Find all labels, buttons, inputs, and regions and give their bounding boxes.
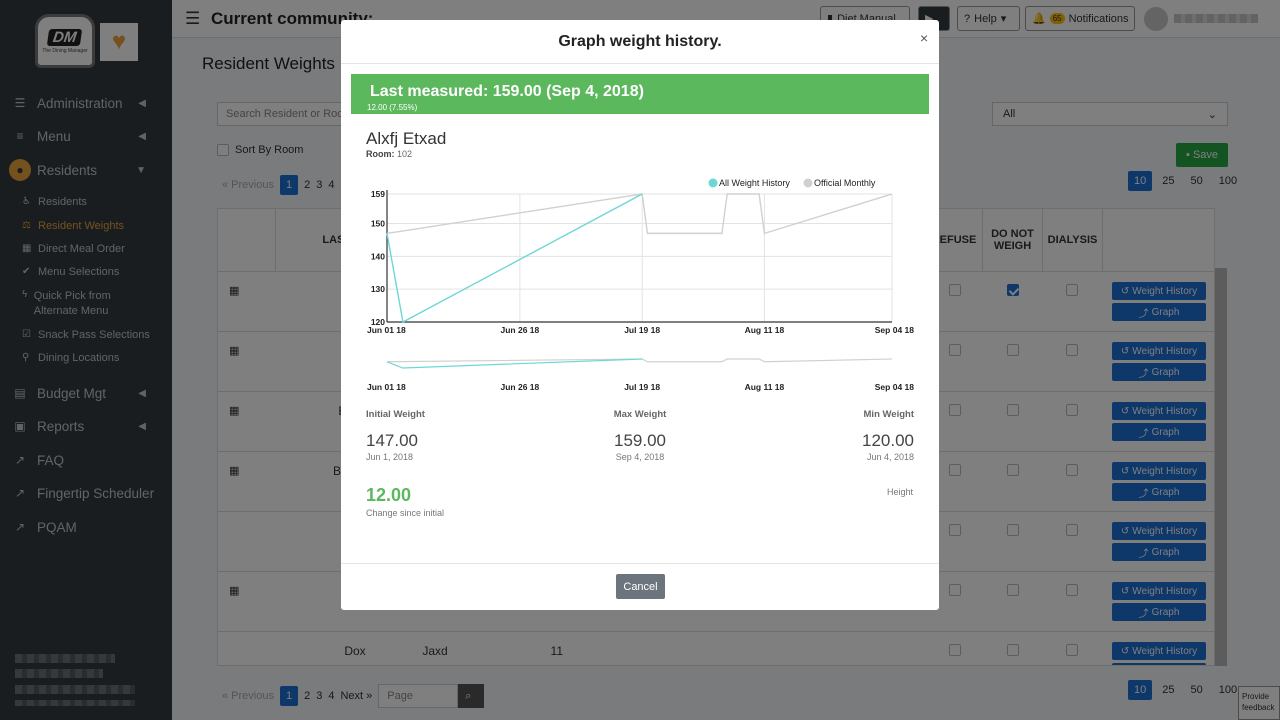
- navigator-tick-label: Sep 04 18: [875, 382, 914, 392]
- legend-marker: [803, 178, 813, 188]
- y-tick-label: 150: [371, 219, 385, 229]
- weight-history-chart: 159150140130120Jun 01 18Jun 01 18Jun 26 …: [367, 178, 914, 392]
- max-weight-label: Max Weight: [613, 409, 667, 420]
- legend-marker: [708, 178, 718, 188]
- change-since-initial-value: 12.00: [366, 485, 412, 505]
- y-tick-label: 159: [371, 189, 385, 199]
- x-tick-label: Sep 04 18: [875, 325, 914, 335]
- y-tick-label: 130: [371, 284, 385, 294]
- legend-label: All Weight History: [719, 178, 790, 188]
- x-tick-label: Jul 19 18: [624, 325, 660, 335]
- max-weight-value: 159.00: [614, 431, 666, 450]
- min-weight-label: Min Weight: [863, 409, 914, 420]
- height-label: Height: [887, 487, 914, 497]
- max-weight-date: Sep 4, 2018: [615, 452, 665, 462]
- x-tick-label: Aug 11 18: [745, 325, 785, 335]
- navigator-tick-label: Jun 26 18: [501, 382, 540, 392]
- min-weight-date: Jun 4, 2018: [866, 452, 914, 462]
- x-tick-label: Jun 26 18: [501, 325, 540, 335]
- x-tick-label: Jun 01 18: [367, 325, 406, 335]
- series-line: [386, 193, 893, 235]
- navigator-tick-label: Aug 11 18: [745, 382, 785, 392]
- graph-weight-history-modal: Graph weight history. × Last measured: 1…: [341, 20, 939, 610]
- navigator-tick-label: Jul 19 18: [624, 382, 660, 392]
- y-tick-label: 140: [371, 251, 385, 261]
- legend-label: Official Monthly: [814, 178, 876, 188]
- cancel-button[interactable]: Cancel: [616, 574, 665, 599]
- divider: [341, 563, 939, 564]
- navigator-tick-label: Jun 01 18: [367, 382, 406, 392]
- min-weight-value: 120.00: [862, 431, 914, 450]
- change-since-initial-label: Change since initial: [366, 508, 445, 518]
